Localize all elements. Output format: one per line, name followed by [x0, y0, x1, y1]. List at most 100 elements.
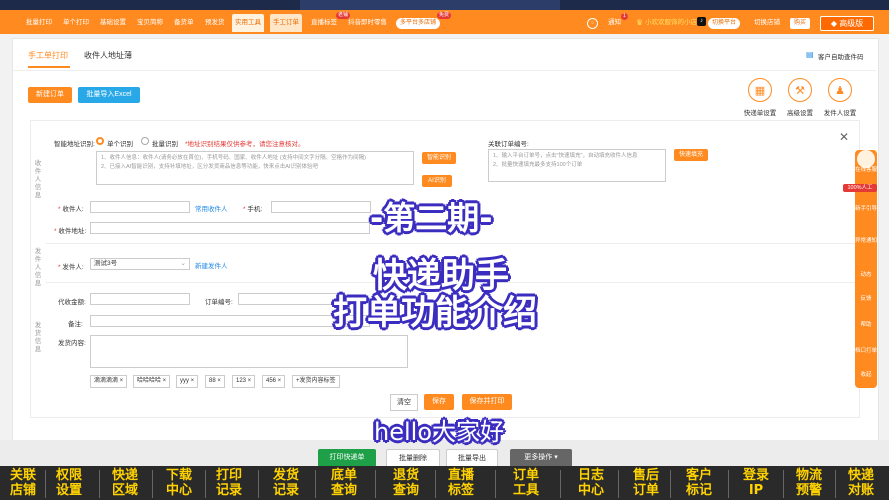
nav-item-alias[interactable]: 宝贝简称 [137, 17, 163, 29]
feature-divider [258, 470, 259, 498]
phone-input[interactable] [271, 201, 371, 213]
feature-line: IP [748, 483, 764, 498]
add-tag-button[interactable]: +发货内容标签 [292, 375, 340, 388]
order-no-input[interactable] [238, 293, 338, 305]
radio-batch[interactable] [141, 137, 149, 145]
service-avatar[interactable] [857, 150, 875, 168]
feature-item[interactable]: 发货 记录 [265, 468, 307, 498]
order-number-textarea[interactable]: 1、输入平台订单号，点击"快速填充"，自动填充收件人信息 2、批量快速填充最多支持… [488, 149, 666, 182]
online-service[interactable]: 在线客服 [855, 167, 877, 174]
phone-label: * 手机: [243, 206, 263, 213]
import-excel-button[interactable]: 批量导入Excel [78, 87, 140, 103]
cod-label: 代收金额: [58, 299, 86, 306]
radio-batch-label: 批量识别 [152, 141, 178, 148]
remark-input[interactable] [90, 315, 370, 327]
feature-line: 权限 [55, 468, 82, 483]
radio-single[interactable] [96, 137, 104, 145]
bell-icon[interactable]: ○ [587, 18, 598, 29]
feature-line: 查询 [392, 483, 419, 498]
common-recipient-link[interactable]: 常用收件人 [195, 203, 228, 213]
new-sender-link[interactable]: 新建发件人 [195, 260, 228, 270]
sender-select[interactable]: 测试3号 ⌄ [90, 258, 190, 270]
content-label: 发货内容: [58, 340, 86, 347]
multi-shop-pill[interactable]: 多平台多店铺 [396, 18, 441, 29]
content-tag[interactable]: 哈哈哈哈 × [133, 375, 171, 388]
tool-label: 高级设置 [787, 110, 813, 117]
nav-tools[interactable]: 实用工具 [232, 14, 264, 32]
address-input[interactable] [90, 222, 370, 234]
collapse-panel[interactable]: 收起 [855, 372, 877, 379]
content-tag[interactable]: 88 × [205, 375, 225, 388]
remark-label: 备注: [68, 321, 83, 328]
nav-single-print[interactable]: 单个打印 [63, 17, 89, 29]
express-sheet-settings[interactable]: ▦ 快递单设置 [740, 78, 780, 117]
feature-item[interactable]: 客户 标记 [678, 468, 720, 498]
more-actions-button[interactable]: 更多操作 ▾ [510, 449, 572, 467]
print-express-button[interactable]: 打印快递单 [318, 449, 376, 467]
feature-item[interactable]: 日志 中心 [570, 468, 612, 498]
content-tag[interactable]: 456 × [262, 375, 286, 388]
content-tag[interactable]: 滴滴滴滴 × [90, 375, 128, 388]
cod-input[interactable] [90, 293, 190, 305]
content-tag[interactable]: 123 × [232, 375, 256, 388]
content-tag[interactable]: yyy × [176, 375, 199, 388]
new-order-button[interactable]: 新建订单 [28, 87, 72, 103]
feature-item[interactable]: 直播 标签 [440, 468, 482, 498]
top-banner [0, 0, 889, 10]
recipient-input[interactable] [90, 201, 190, 213]
save-print-button[interactable]: 保存并打印 [462, 394, 512, 410]
sender-label: * 发件人: [58, 264, 84, 271]
nav-stock-list[interactable]: 备货单 [174, 17, 194, 29]
auto-query-link[interactable]: 客户自助查件码 [818, 51, 864, 61]
smart-address-textarea[interactable]: 1、收件人信息：收件人(请务必放在首位)、手机号码、国家、收件人地址 (支持中间… [96, 151, 414, 185]
feature-item[interactable]: 快递 区域 [104, 468, 146, 498]
feature-divider [618, 470, 619, 498]
sender-settings[interactable]: ♟ 发件人设置 [820, 78, 860, 117]
help[interactable]: 帮助 [855, 322, 877, 329]
buy-button[interactable]: 购买 [790, 18, 811, 29]
ai-recognize-button[interactable]: AI识别 [422, 175, 452, 187]
feedback[interactable]: 反馈 [855, 296, 877, 303]
switch-shop-link[interactable]: 切换店铺 [754, 17, 780, 29]
content-textarea[interactable] [90, 335, 408, 368]
nav-manual-order[interactable]: 手工订单 [270, 14, 302, 32]
smart-recognize-button[interactable]: 智能识别 [422, 152, 456, 164]
switch-platform-button[interactable]: 切换平台 [708, 18, 741, 29]
feature-item[interactable]: 退货 查询 [385, 468, 427, 498]
feature-item[interactable]: 关联 店铺 [2, 468, 44, 498]
feature-divider [99, 470, 100, 498]
nav-live-label[interactable]: 直播标签 [311, 17, 337, 29]
close-icon[interactable]: ✕ [839, 130, 849, 144]
exception-notice[interactable]: 异常通知 [855, 238, 877, 245]
feature-line: 记录 [215, 483, 242, 498]
quick-fill-button[interactable]: 快速填充 [674, 149, 708, 161]
tab-address-book[interactable]: 收件人地址薄 [84, 50, 132, 61]
edition-badge[interactable]: ◆ 高级版 [820, 16, 874, 31]
nav-pre-ship[interactable]: 预发货 [205, 17, 225, 29]
feature-item[interactable]: 打印 记录 [208, 468, 250, 498]
nav-batch-print[interactable]: 批量打印 [26, 17, 52, 29]
advanced-settings[interactable]: ⚒ 高级设置 [780, 78, 820, 117]
feature-item[interactable]: 快递 对账 [840, 468, 882, 498]
nav-douyin-retail[interactable]: 抖音即时零售 [348, 17, 387, 29]
stall-print[interactable]: 档口打单 [855, 348, 877, 355]
news[interactable]: 动态 [855, 272, 877, 279]
clear-button[interactable]: 清空 [390, 394, 418, 411]
feature-item[interactable]: 物流 预警 [788, 468, 830, 498]
feature-item[interactable]: 权限 设置 [48, 468, 90, 498]
nav-basic-settings[interactable]: 基础设置 [100, 17, 126, 29]
shop-name[interactable]: 小欢欢服饰的小店 [645, 17, 697, 29]
feature-item[interactable]: 订单 工具 [505, 468, 547, 498]
newbie-guide[interactable]: 新手引导 [855, 206, 877, 213]
feature-line: 中心 [577, 483, 604, 498]
feature-item[interactable]: 售后 订单 [625, 468, 667, 498]
tab-manual-print[interactable]: 手工单打印 [28, 50, 68, 61]
section-shipping-label: 发货信息 [34, 322, 42, 353]
save-button[interactable]: 保存 [424, 394, 454, 410]
feature-item[interactable]: 下载 中心 [158, 468, 200, 498]
notice-label[interactable]: 通知 [608, 17, 621, 29]
feature-item[interactable]: 底单 查询 [323, 468, 365, 498]
smart-address-label: 智能地址识别: [54, 141, 95, 148]
feature-item[interactable]: 登录 IP [735, 468, 777, 498]
feature-line: 查询 [330, 483, 357, 498]
